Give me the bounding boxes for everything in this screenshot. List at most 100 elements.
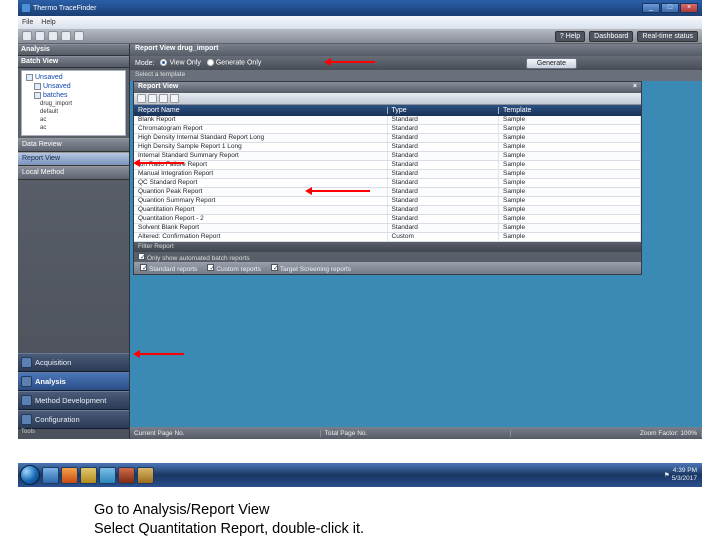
sidebar: Analysis Batch View Unsaved Unsaved batc…	[18, 44, 130, 439]
folder-icon	[34, 92, 41, 99]
rv-tool-1[interactable]	[137, 94, 146, 103]
tray-clock[interactable]: 4:39 PM 5/3/2017	[672, 467, 697, 483]
rv-tool-4[interactable]	[170, 94, 179, 103]
filter-sub[interactable]: Only show automated batch reports	[134, 252, 641, 262]
tree-batches[interactable]: batches	[43, 91, 68, 100]
panel-close-icon[interactable]: ×	[633, 83, 637, 92]
method-dev-icon	[21, 395, 32, 406]
folder-icon	[26, 74, 33, 81]
col-type[interactable]: Type	[388, 107, 500, 114]
checkbox-icon[interactable]	[207, 264, 214, 271]
table-row[interactable]: Quantitation Report - 2StandardSample	[134, 215, 641, 224]
taskbar-app-icon[interactable]	[137, 467, 154, 484]
tree-leaf[interactable]: drug_import	[24, 100, 123, 108]
menubar: File Help	[18, 16, 702, 28]
taskbar-explorer-icon[interactable]	[80, 467, 97, 484]
start-orb[interactable]	[20, 465, 40, 485]
generate-button[interactable]: Generate	[526, 58, 577, 69]
help-link[interactable]: ? Help	[555, 31, 585, 42]
toolbar-button-4[interactable]	[61, 31, 71, 41]
taskbar-ie-icon[interactable]	[42, 467, 59, 484]
tools-footer[interactable]: Tools	[18, 429, 129, 439]
acquisition-icon	[21, 357, 32, 368]
tree-root[interactable]: Unsaved	[35, 73, 63, 82]
foot-target[interactable]: Target Screening reports	[271, 264, 351, 273]
toolbar-button-3[interactable]	[48, 31, 58, 41]
nav-report-view[interactable]: Report View	[18, 152, 129, 166]
main-header: Report View drug_import	[130, 44, 702, 56]
main-area: Report View drug_import Mode: View Only …	[130, 44, 702, 439]
checkbox-icon[interactable]	[140, 264, 147, 271]
rv-tool-3[interactable]	[159, 94, 168, 103]
foot-custom[interactable]: Custom reports	[207, 264, 260, 273]
analysis-icon	[21, 376, 32, 387]
window-title: Thermo TraceFinder	[33, 5, 96, 12]
nav-local-method[interactable]: Local Method	[18, 166, 129, 180]
tray-flag-icon[interactable]: ⚑	[664, 471, 670, 479]
table-row[interactable]: Solvent Blank ReportStandardSample	[134, 224, 641, 233]
bottom-nav-configuration[interactable]: Configuration	[18, 410, 129, 429]
table-row[interactable]: Quantion Peak ReportStandardSample	[134, 188, 641, 197]
tree-leaf[interactable]: default	[24, 108, 123, 116]
annotation-arrow	[136, 353, 184, 355]
realtime-link[interactable]: Real-time status	[637, 31, 698, 42]
table-row[interactable]: High Density Internal Standard Report Lo…	[134, 134, 641, 143]
tree-leaf[interactable]: ac	[24, 124, 123, 132]
foot-standard[interactable]: Standard reports	[140, 264, 197, 273]
status-current-page: Current Page No.	[130, 430, 321, 437]
template-sub-bar: Select a template	[130, 70, 702, 81]
table-row[interactable]: Altered: Confirmation ReportCustomSample	[134, 233, 641, 242]
mode-bar: Mode: View Only Generate Only Generate	[130, 56, 702, 70]
table-row[interactable]: Chromatogram ReportStandardSample	[134, 125, 641, 134]
nav-data-review[interactable]: Data Review	[18, 138, 129, 152]
report-view-title: Report View	[138, 83, 178, 92]
report-view-header: Report View ×	[134, 82, 641, 93]
batch-tree[interactable]: Unsaved Unsaved batches drug_import defa…	[21, 70, 126, 136]
taskbar-app-icon[interactable]	[99, 467, 116, 484]
taskbar-app-icon[interactable]	[118, 467, 135, 484]
table-row[interactable]: QC Standard ReportStandardSample	[134, 179, 641, 188]
bottom-nav-acquisition[interactable]: Acquisition	[18, 353, 129, 372]
table-row[interactable]: Manual Integration ReportStandardSample	[134, 170, 641, 179]
toolbar-button-2[interactable]	[35, 31, 45, 41]
dashboard-link[interactable]: Dashboard	[589, 31, 633, 42]
report-table-body: Blank ReportStandardSampleChromatogram R…	[134, 116, 641, 242]
menu-help[interactable]: Help	[41, 19, 55, 26]
radio-view-only[interactable]: View Only	[160, 59, 200, 66]
radio-generate-only[interactable]: Generate Only	[207, 59, 262, 66]
minimize-button[interactable]: _	[642, 3, 660, 13]
main-toolbar: ? Help Dashboard Real-time status	[18, 28, 702, 44]
toolbar-button-5[interactable]	[74, 31, 84, 41]
taskbar-firefox-icon[interactable]	[61, 467, 78, 484]
tree-leaf[interactable]: ac	[24, 116, 123, 124]
rv-tool-2[interactable]	[148, 94, 157, 103]
toolbar-button-1[interactable]	[22, 31, 32, 41]
table-row[interactable]: Ion Ratio Failure ReportStandardSample	[134, 161, 641, 170]
col-report-name[interactable]: Report Name	[134, 107, 388, 114]
instruction-text: Go to Analysis/Report View Select Quanti…	[94, 501, 720, 539]
folder-icon	[34, 83, 41, 90]
report-view-panel: Report View × Report Name Type Template …	[133, 81, 642, 275]
windows-taskbar: ⚑ 4:39 PM 5/3/2017	[18, 463, 702, 487]
table-row[interactable]: Internal Standard Summary ReportStandard…	[134, 152, 641, 161]
bottom-nav-analysis[interactable]: Analysis	[18, 372, 129, 391]
checkbox-icon[interactable]	[138, 253, 145, 260]
filter-header: Filter Report	[134, 242, 641, 252]
bottom-nav-method-dev[interactable]: Method Development	[18, 391, 129, 410]
batch-view-header[interactable]: Batch View	[18, 56, 129, 68]
table-row[interactable]: Quantion Summary ReportStandardSample	[134, 197, 641, 206]
menu-file[interactable]: File	[22, 19, 33, 26]
window-titlebar: Thermo TraceFinder _ □ ×	[18, 0, 702, 16]
report-table-header: Report Name Type Template	[134, 105, 641, 116]
table-row[interactable]: High Density Sample Report 1 LongStandar…	[134, 143, 641, 152]
maximize-button[interactable]: □	[661, 3, 679, 13]
col-template[interactable]: Template	[499, 107, 641, 114]
tree-unsaved[interactable]: Unsaved	[43, 82, 71, 91]
checkbox-icon[interactable]	[271, 264, 278, 271]
status-total-page: Total Page No.	[321, 430, 512, 437]
system-tray[interactable]: ⚑ 4:39 PM 5/3/2017	[664, 467, 700, 483]
annotation-arrow	[308, 190, 370, 192]
table-row[interactable]: Quantitation ReportStandardSample	[134, 206, 641, 215]
close-button[interactable]: ×	[680, 3, 698, 13]
table-row[interactable]: Blank ReportStandardSample	[134, 116, 641, 125]
